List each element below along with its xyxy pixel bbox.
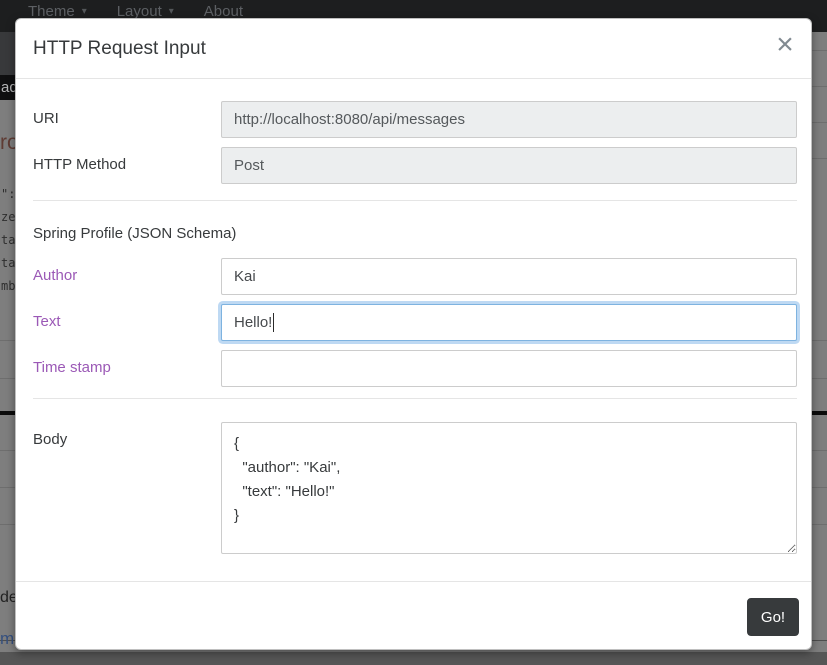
section-divider: [33, 200, 797, 201]
dialog-title: HTTP Request Input: [33, 38, 794, 60]
http-method-input: [221, 147, 797, 184]
chevron-down-icon: ▾: [82, 6, 87, 17]
bg-link-fragment: m: [0, 629, 14, 649]
author-label: Author: [33, 258, 221, 295]
text-input[interactable]: Hello!: [221, 304, 797, 341]
bg-code-fragment: ": ze ta ta mb: [1, 183, 15, 298]
uri-input: [221, 101, 797, 138]
timestamp-row: Time stamp: [33, 350, 797, 387]
author-row: Author: [33, 258, 797, 295]
chevron-down-icon: ▾: [169, 6, 174, 17]
text-row: Text Hello!: [33, 304, 797, 341]
http-request-input-dialog: HTTP Request Input × URI HTTP Method Spr…: [15, 18, 812, 650]
schema-section-label: Spring Profile (JSON Schema): [33, 225, 797, 242]
dialog-body: URI HTTP Method Spring Profile (JSON Sch…: [16, 79, 811, 581]
go-button[interactable]: Go!: [747, 598, 799, 636]
uri-row: URI: [33, 101, 797, 138]
dialog-header: HTTP Request Input ×: [16, 19, 811, 79]
author-input[interactable]: [221, 258, 797, 295]
timestamp-label: Time stamp: [33, 350, 221, 387]
text-label: Text: [33, 304, 221, 341]
uri-label: URI: [33, 101, 221, 138]
body-textarea[interactable]: { "author": "Kai", "text": "Hello!" }: [221, 422, 797, 554]
close-icon[interactable]: ×: [769, 27, 801, 63]
http-method-row: HTTP Method: [33, 147, 797, 184]
text-cursor: [273, 313, 274, 332]
dialog-footer: Go!: [16, 581, 811, 649]
section-divider: [33, 398, 797, 399]
text-input-value: Hello!: [234, 314, 272, 331]
bg-bottom-strip: [0, 652, 827, 665]
body-row: Body { "author": "Kai", "text": "Hello!"…: [33, 422, 797, 554]
body-label: Body: [33, 422, 221, 554]
http-method-label: HTTP Method: [33, 147, 221, 184]
timestamp-input[interactable]: [221, 350, 797, 387]
